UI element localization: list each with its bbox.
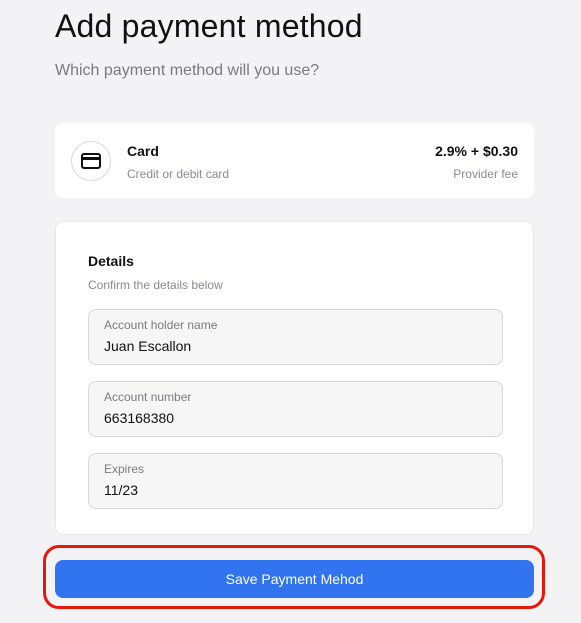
details-subtitle: Confirm the details below <box>88 278 223 292</box>
account-number-field[interactable]: Account number 663168380 <box>88 381 503 437</box>
account-holder-name-value[interactable]: Juan Escallon <box>104 338 191 354</box>
details-title: Details <box>88 253 134 269</box>
payment-method-card[interactable]: Card Credit or debit card 2.9% + $0.30 P… <box>55 123 534 198</box>
payment-method-fee: 2.9% + $0.30 <box>435 143 518 159</box>
payment-method-name: Card <box>127 143 159 159</box>
expires-value[interactable]: 11/23 <box>104 482 138 498</box>
details-card: Details Confirm the details below Accoun… <box>55 221 534 535</box>
page-subtitle: Which payment method will you use? <box>55 62 320 79</box>
account-holder-name-field[interactable]: Account holder name Juan Escallon <box>88 309 503 365</box>
expires-label: Expires <box>104 462 145 476</box>
save-payment-method-button[interactable]: Save Payment Mehod <box>55 560 534 598</box>
payment-method-description: Credit or debit card <box>127 167 230 181</box>
account-number-label: Account number <box>104 390 192 404</box>
credit-card-icon <box>71 141 111 181</box>
payment-method-fee-label: Provider fee <box>453 167 518 181</box>
account-holder-name-label: Account holder name <box>104 318 218 332</box>
page-title: Add payment method <box>55 8 363 44</box>
expires-field[interactable]: Expires 11/23 <box>88 453 503 509</box>
account-number-value[interactable]: 663168380 <box>104 410 174 426</box>
